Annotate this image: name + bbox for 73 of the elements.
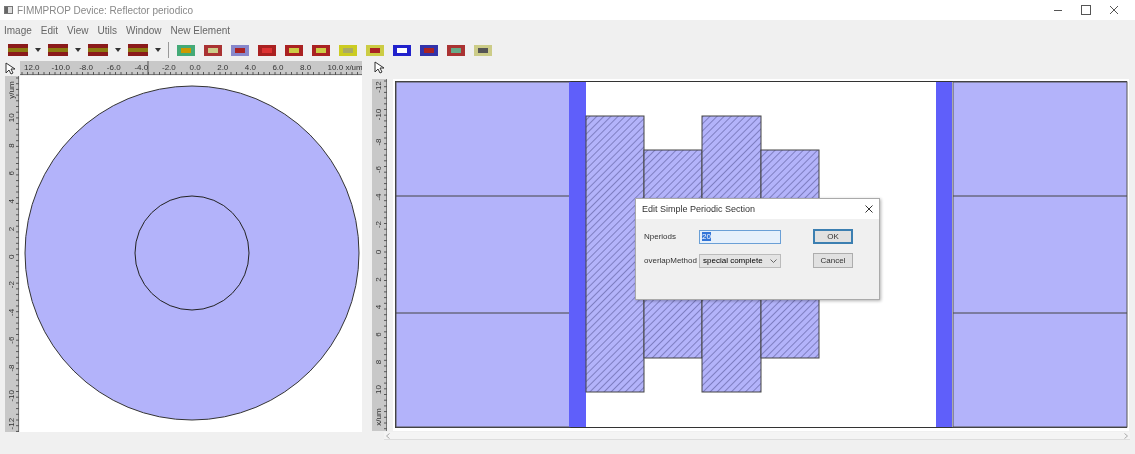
menu-item[interactable]: New Element — [170, 24, 231, 36]
ruler-label: -4 — [374, 193, 383, 201]
ruler-label: 12.0 — [24, 63, 40, 72]
ruler-label: 2 — [7, 226, 16, 232]
close-icon[interactable] — [865, 205, 873, 213]
caret-icon[interactable] — [155, 48, 161, 52]
ruler-label: 8 — [7, 143, 16, 148]
element-tool-icon[interactable] — [257, 43, 277, 57]
caret-icon[interactable] — [115, 48, 121, 52]
ruler-label: y/um — [7, 81, 16, 99]
dialog-title: Edit Simple Periodic Section — [642, 204, 756, 214]
menu-item[interactable]: Window — [126, 24, 162, 36]
arrow-cursor-icon[interactable] — [5, 62, 18, 75]
element-tool-icon[interactable] — [230, 43, 250, 57]
close-icon[interactable] — [1109, 5, 1119, 15]
chevron-down-icon[interactable] — [770, 258, 777, 263]
ruler-label: 4 — [374, 304, 383, 310]
menu-item[interactable]: View — [67, 24, 89, 36]
ruler-label: -10 — [374, 108, 383, 121]
ruler-label: -12 — [7, 417, 16, 430]
ruler-label: 10.0 x/um — [327, 63, 362, 72]
element-tool-icon[interactable] — [311, 43, 331, 57]
ruler-label: -4 — [7, 308, 16, 316]
caret-icon[interactable] — [35, 48, 41, 52]
ruler-label: 8 — [374, 359, 383, 365]
maximize-icon[interactable] — [1081, 5, 1091, 15]
menu-item[interactable]: Image — [4, 24, 32, 36]
ok-button[interactable]: OK — [813, 229, 853, 244]
element-tool-icon[interactable] — [284, 43, 304, 57]
ruler-label: 0 — [7, 254, 16, 260]
ruler-label: -6 — [7, 336, 16, 344]
window-title: FIMMPROP Device: Reflector periodico — [17, 4, 194, 16]
ruler-label: 8.0 — [300, 63, 312, 72]
ruler-label: 6 — [374, 332, 383, 337]
window-icon — [4, 6, 13, 14]
field-label: Nperiods — [644, 232, 677, 241]
ruler-label: -8.0 — [79, 63, 93, 72]
ruler-label: 2 — [374, 277, 383, 282]
ruler-label: 4 — [7, 198, 16, 204]
ruler-label: -10 — [7, 390, 16, 402]
element-tool-icon[interactable] — [419, 43, 439, 57]
ruler-label: x/um — [374, 408, 383, 426]
arrow-cursor-icon[interactable] — [374, 61, 387, 74]
element-tool-icon[interactable] — [365, 43, 385, 57]
ruler-label: -12 — [374, 81, 383, 93]
ruler-label: -6 — [374, 165, 383, 174]
element-tool-icon[interactable] — [203, 43, 223, 57]
text-field[interactable]: 20 — [699, 229, 781, 244]
ruler-label: -8 — [374, 138, 383, 146]
element-tool-icon[interactable] — [392, 43, 412, 57]
field-label: overlapMethod — [644, 256, 698, 265]
cancel-button[interactable]: Cancel — [813, 253, 853, 268]
ruler-label: -6.0 — [106, 63, 121, 72]
ruler-label: -2 — [7, 281, 16, 289]
ruler-label: -2 — [374, 220, 383, 229]
menu-item[interactable]: Utils — [97, 24, 117, 36]
ruler-label: 0.0 — [189, 63, 201, 72]
ruler-label: 6.0 — [272, 63, 284, 72]
ruler-label: 0 — [374, 249, 383, 255]
element-tool-icon[interactable] — [446, 43, 466, 57]
ruler-label: -10.0 — [51, 63, 70, 72]
menu-item[interactable]: Edit — [40, 24, 59, 36]
ruler-label: 10 — [7, 113, 16, 123]
ruler-label: -4.0 — [134, 63, 149, 72]
dropdown[interactable]: special complete — [699, 253, 781, 268]
ruler-label: 6 — [7, 171, 16, 176]
ruler-label: 10 — [374, 385, 383, 394]
element-tool-icon[interactable] — [473, 43, 493, 57]
ruler-label: -2.0 — [162, 63, 176, 72]
ruler-label: 4.0 — [244, 63, 256, 72]
ruler-label: -8 — [7, 364, 16, 372]
caret-icon[interactable] — [75, 48, 81, 52]
ruler-label: 2.0 — [217, 63, 229, 72]
